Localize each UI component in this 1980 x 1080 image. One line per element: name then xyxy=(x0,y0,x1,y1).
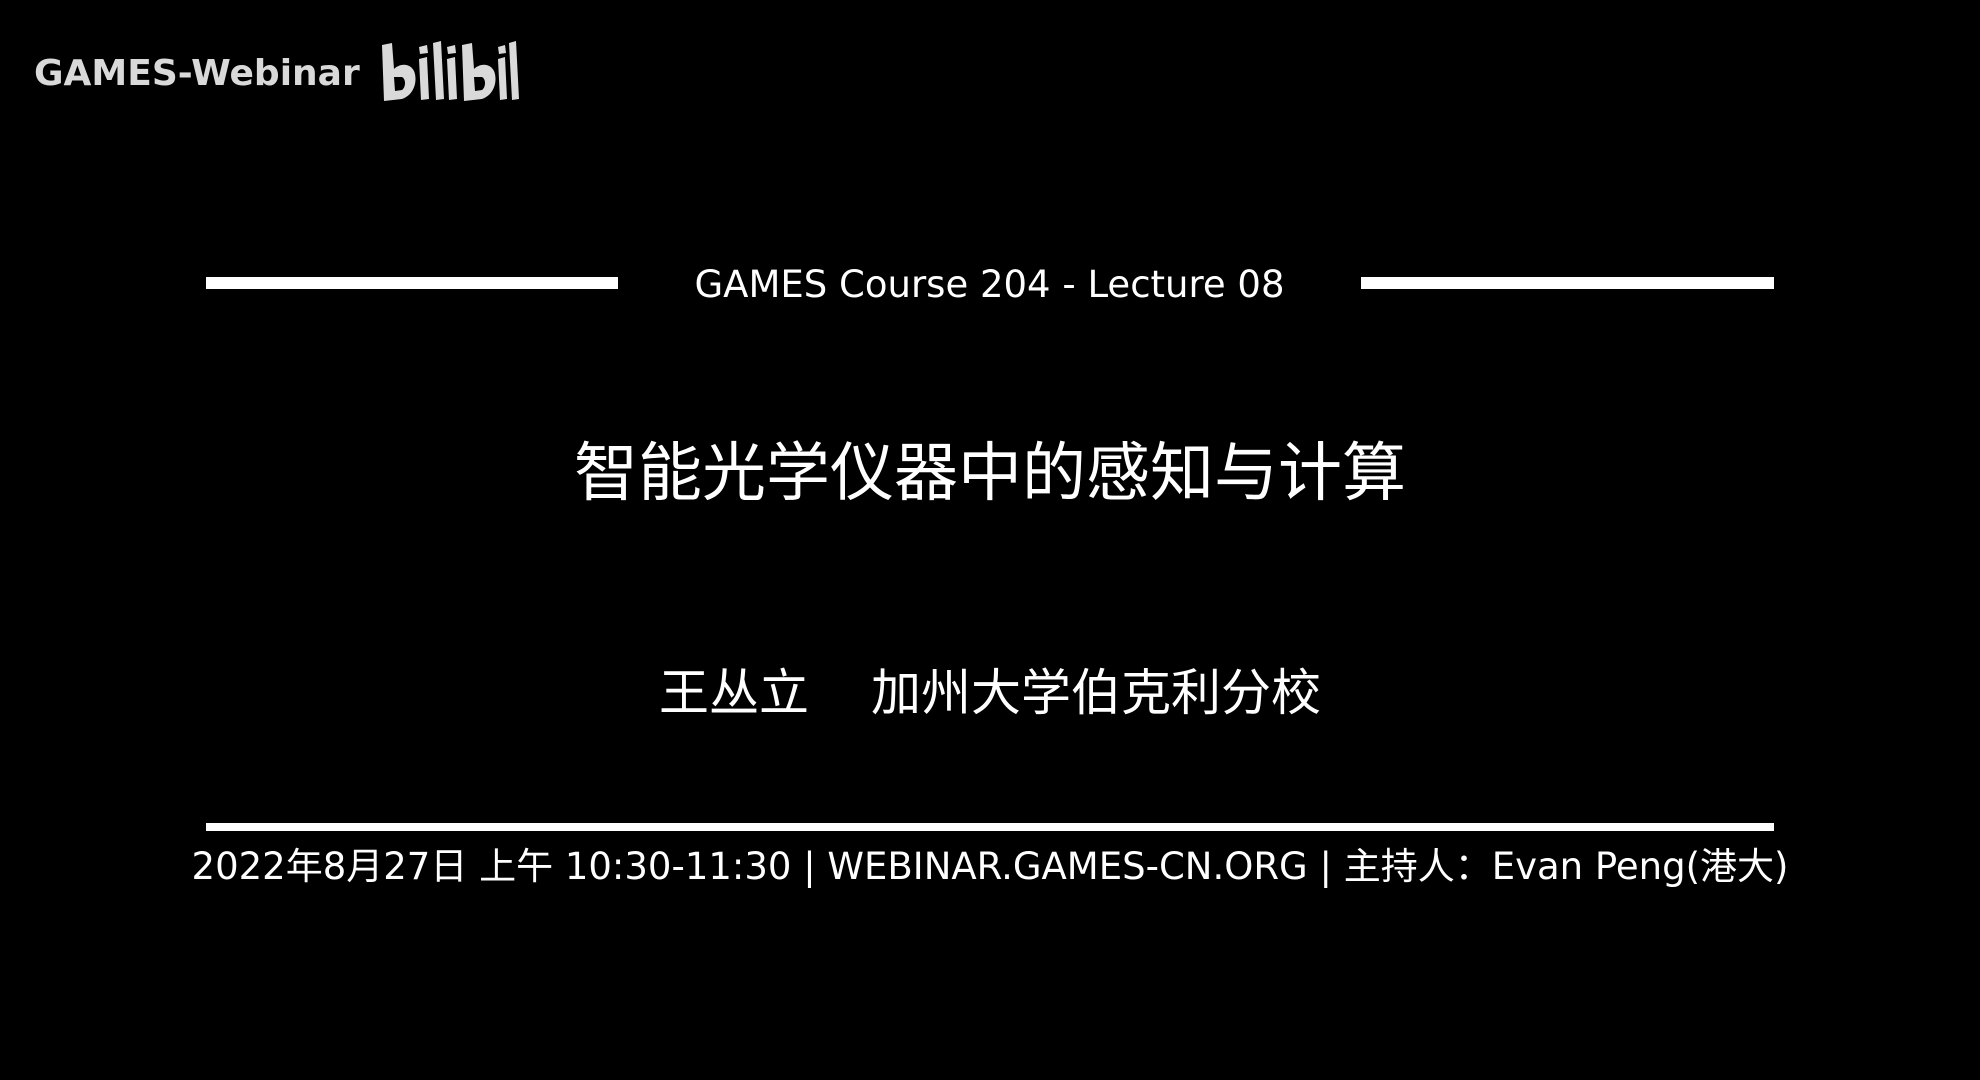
footer-info: 2022年8月27日 上午 10:30-11:30 | WEBINAR.GAME… xyxy=(191,845,1789,888)
footer-rule xyxy=(206,823,1774,831)
header-rule-right xyxy=(1361,277,1774,289)
speaker-line: 王丛立 加州大学伯克利分校 xyxy=(0,660,1980,726)
slide-title: 智能光学仪器中的感知与计算 xyxy=(574,437,1406,511)
channel-label: GAMES-Webinar xyxy=(34,52,360,94)
course-label: GAMES Course 204 - Lecture 08 xyxy=(694,263,1285,306)
header-rule-left xyxy=(206,277,618,289)
channel-watermark: GAMES-Webinar xyxy=(34,38,522,108)
bilibili-logo-icon xyxy=(381,41,519,101)
speaker-name: 王丛立 xyxy=(659,664,809,722)
speaker-affiliation: 加州大学伯克利分校 xyxy=(871,664,1321,722)
